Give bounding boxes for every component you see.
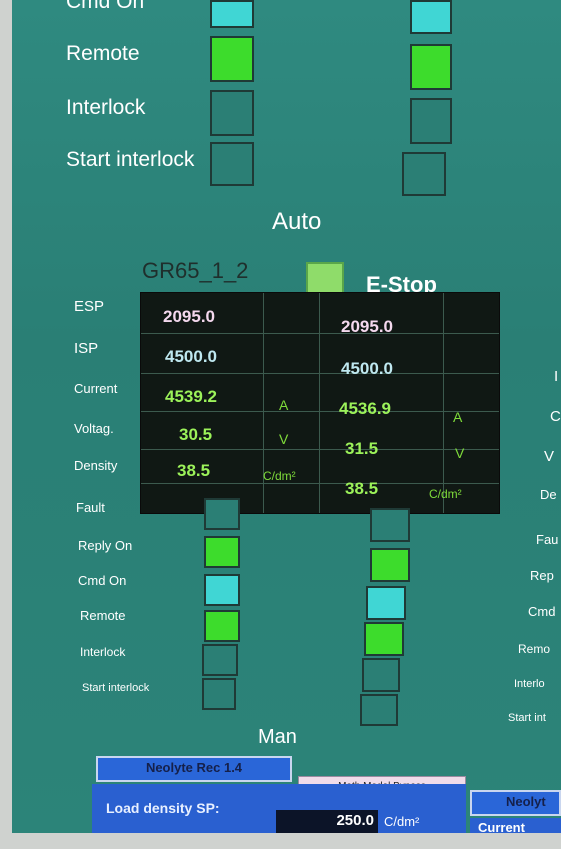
- top-interlock-label: Interlock: [66, 96, 146, 119]
- neolyte-rec-button[interactable]: Neolyte Rec 1.4: [96, 756, 292, 782]
- right-cut-label-2: C: [550, 408, 561, 425]
- start-interlock-label: Start interlock: [82, 682, 150, 694]
- current-label: Current: [74, 381, 118, 396]
- cmd-on-indicator-2: [366, 586, 406, 620]
- remote-indicator-1: [204, 610, 240, 642]
- top-interlock-indicator-2: [410, 98, 452, 144]
- right-cut-label-8: Remo: [518, 642, 551, 656]
- top-remote-indicator-2: [410, 44, 452, 90]
- load-density-panel: Load density SP: 250.0 C/dm²: [92, 784, 466, 836]
- density-value-2: 38.5: [345, 479, 379, 498]
- density-value-1: 38.5: [177, 461, 211, 480]
- load-density-label: Load density SP:: [106, 800, 220, 816]
- cmd-on-label: Cmd On: [78, 573, 127, 588]
- density-label: Density: [74, 458, 118, 473]
- interlock-indicator-1: [202, 644, 238, 676]
- isp-label: ISP: [74, 340, 99, 357]
- top-start-interlock-indicator-2: [402, 152, 446, 196]
- interlock-label: Interlock: [80, 645, 126, 659]
- reply-on-indicator-2: [370, 548, 410, 582]
- fault-indicator-1: [204, 498, 240, 530]
- auto-label: Auto: [272, 208, 322, 235]
- cmd-on-indicator-1: [204, 574, 240, 606]
- isp-value-1: 4500.0: [165, 347, 217, 366]
- monitor-bezel-bottom: [0, 833, 561, 849]
- esp-label: ESP: [74, 298, 105, 315]
- right-cut-label-1: I: [554, 368, 559, 385]
- density-unit-1: C/dm²: [263, 469, 296, 483]
- right-cut-label-3: V: [544, 448, 555, 465]
- isp-value-2: 4500.0: [341, 359, 393, 378]
- top-start-interlock-indicator-1: [210, 142, 254, 186]
- current-unit-2: A: [453, 409, 463, 425]
- current-value-2: 4536.9: [339, 399, 391, 418]
- voltage-unit-2: V: [455, 445, 465, 461]
- load-density-unit: C/dm²: [384, 814, 420, 829]
- esp-value-2: 2095.0: [341, 317, 393, 336]
- hmi-screen: Cmd On Remote Interlock Start interlock …: [0, 0, 561, 849]
- monitor-bezel-left: [0, 0, 12, 849]
- voltage-unit-1: V: [279, 431, 289, 447]
- reply-on-indicator-1: [204, 536, 240, 568]
- fault-indicator-2: [370, 508, 410, 542]
- current-value-1: 4539.2: [165, 387, 217, 406]
- interlock-indicator-2: [362, 658, 400, 692]
- top-cmd-on-label: Cmd On: [66, 0, 145, 13]
- remote-label: Remote: [80, 608, 126, 623]
- fault-label: Fault: [76, 500, 105, 515]
- process-data-table: 2095.0 4500.0 4539.2 A 30.5 V 38.5 C/dm²…: [140, 292, 500, 514]
- top-start-interlock-label: Start interlock: [66, 148, 195, 171]
- right-cut-label-7: Cmd: [528, 604, 556, 619]
- density-unit-2: C/dm²: [429, 487, 462, 501]
- top-remote-label: Remote: [66, 42, 140, 65]
- top-remote-indicator-1: [210, 36, 254, 82]
- man-label: Man: [258, 726, 297, 748]
- right-cut-label-6: Rep: [530, 568, 554, 583]
- reply-on-label: Reply On: [78, 538, 133, 553]
- unit-name: GR65_1_2: [142, 258, 249, 283]
- start-interlock-indicator-2: [360, 694, 398, 726]
- voltage-value-2: 31.5: [345, 439, 379, 458]
- right-cut-label-4: De: [540, 487, 557, 502]
- top-cmd-on-indicator-1: [210, 0, 254, 28]
- load-density-input[interactable]: 250.0: [276, 810, 378, 834]
- remote-indicator-2: [364, 622, 404, 656]
- right-cut-label-5: Fau: [536, 532, 559, 547]
- right-cut-label-10: Start int: [508, 712, 546, 724]
- neolyte-right-button[interactable]: Neolyt: [470, 790, 561, 816]
- start-interlock-indicator-1: [202, 678, 236, 710]
- voltage-label: Voltag.: [74, 421, 114, 436]
- voltage-value-1: 30.5: [179, 425, 213, 444]
- esp-value-1: 2095.0: [163, 307, 215, 326]
- top-cmd-on-indicator-2: [410, 0, 452, 34]
- top-interlock-indicator-1: [210, 90, 254, 136]
- right-cut-label-9: Interlo: [514, 678, 545, 690]
- current-unit-1: A: [279, 397, 289, 413]
